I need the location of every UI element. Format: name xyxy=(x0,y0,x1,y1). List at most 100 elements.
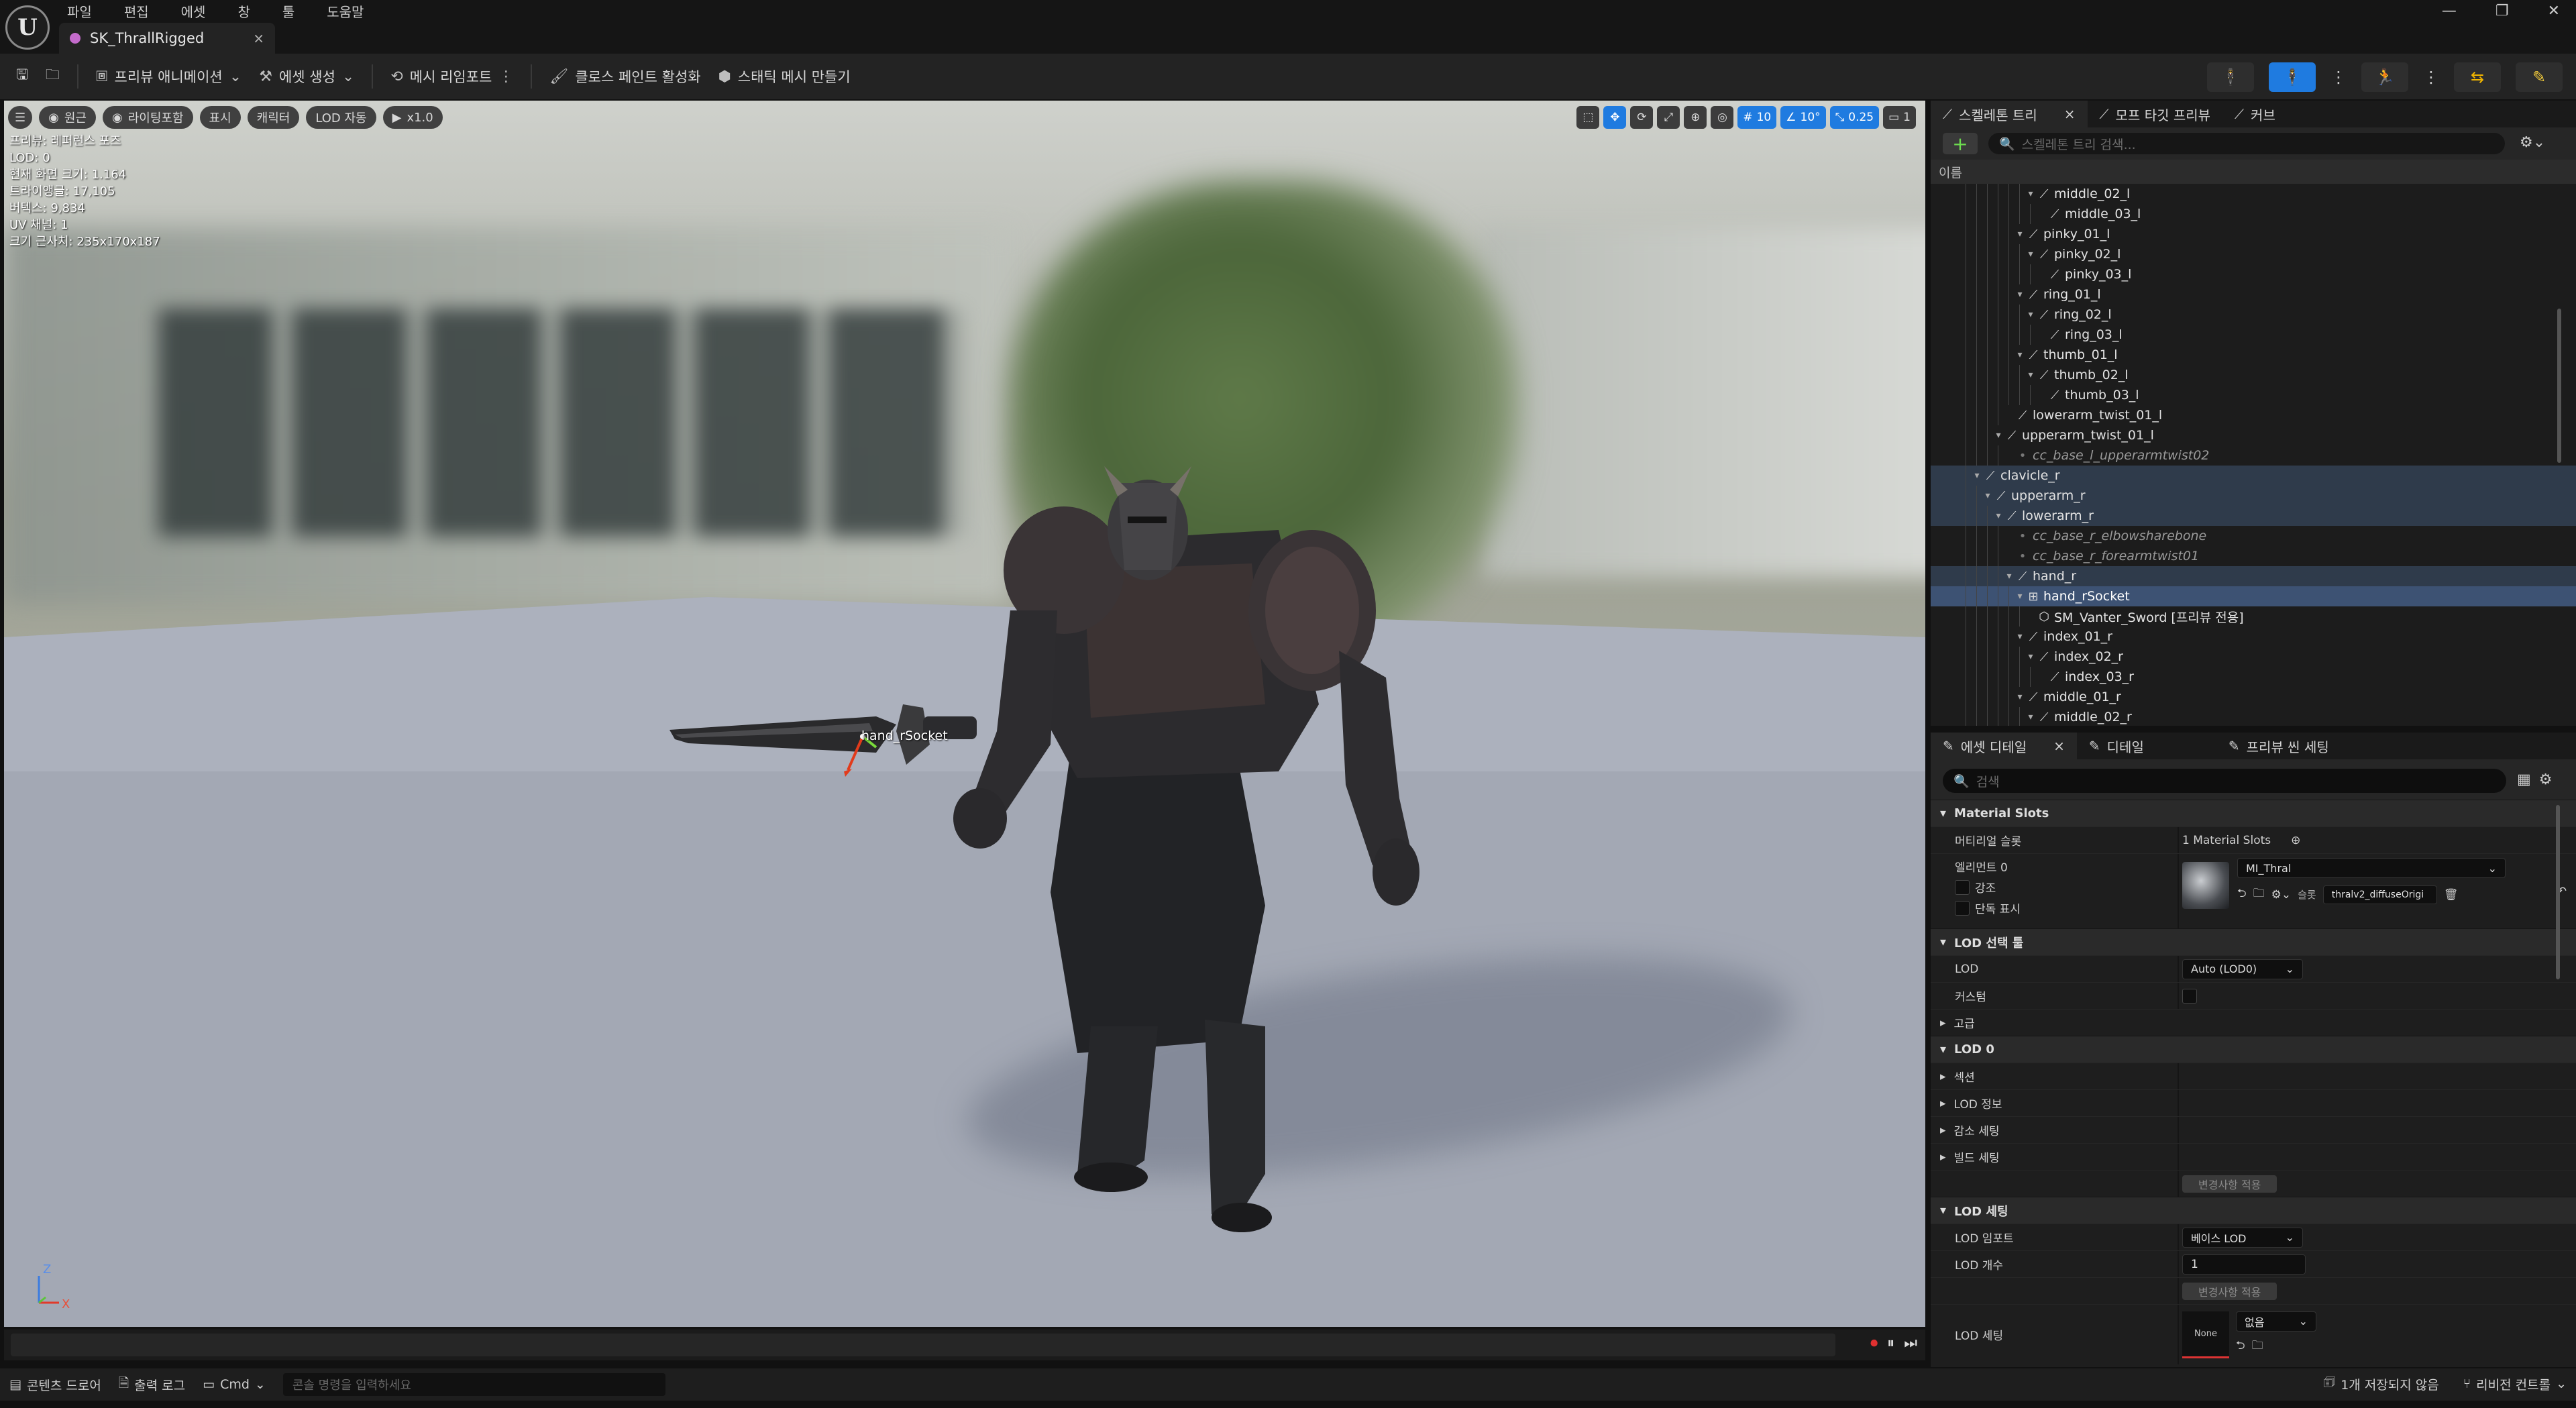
add-socket-button[interactable]: + xyxy=(1943,133,1978,155)
expand-arrow-icon[interactable]: ▾ xyxy=(2025,651,2037,662)
skeleton-tree-row[interactable]: ▾ ⟋ pinky_02_l xyxy=(1931,244,2576,264)
unreal-logo-icon[interactable]: U xyxy=(5,5,50,50)
skeleton-tree-row[interactable]: • cc_base_l_upperarmtwist02 xyxy=(1931,445,2576,466)
material-dropdown[interactable]: MI_Thral ⌄ xyxy=(2237,858,2506,878)
skeleton-scrollbar[interactable] xyxy=(2557,309,2561,463)
character-model[interactable] xyxy=(4,101,1925,1327)
skeleton-tree-row[interactable]: ▾ ⟋ index_02_r xyxy=(1931,647,2576,667)
make-static-mesh-button[interactable]: ⬢ 스태틱 메시 만들기 xyxy=(718,66,851,87)
mesh-mode-button[interactable]: 🕴 xyxy=(2269,62,2316,92)
lod0-build-row[interactable]: ▸ 빌드 세팅 xyxy=(1931,1143,2576,1170)
expand-arrow-icon[interactable]: ▾ xyxy=(2025,370,2037,380)
expand-arrow-icon[interactable]: ▾ xyxy=(2014,229,2026,239)
expand-arrow-icon[interactable]: ▾ xyxy=(2014,692,2026,702)
advanced-row[interactable]: ▸ 고급 xyxy=(1931,1009,2576,1036)
details-search-input[interactable]: 🔍 검색 xyxy=(1943,769,2506,793)
expand-arrow-icon[interactable]: ▾ xyxy=(1992,510,2004,521)
skeleton-tree-row[interactable]: ▾ ⟋ upperarm_r xyxy=(1931,486,2576,506)
lod-count-field[interactable]: 1 xyxy=(2182,1254,2306,1275)
browse-icon[interactable]: 🗀 xyxy=(46,65,60,89)
menu-item-edit[interactable]: 편집 xyxy=(124,1,149,21)
skeleton-search-input[interactable]: 🔍 스켈레톤 트리 검색... xyxy=(1988,133,2505,154)
grid-snap-button[interactable]: #10 xyxy=(1737,106,1777,129)
skeleton-tree-row[interactable]: ⟋ pinky_03_l xyxy=(1931,264,2576,284)
expand-arrow-icon[interactable]: ▾ xyxy=(1992,430,2004,441)
reimport-mesh-button[interactable]: ⟲ 메시 리임포트 ⋮ xyxy=(390,66,513,87)
highlight-checkbox[interactable] xyxy=(1955,879,1970,895)
viewport-menu-button[interactable]: ☰ xyxy=(8,106,33,129)
skeleton-tree-row[interactable]: ⬡ SM_Vanter_Sword [프리뷰 전용] xyxy=(1931,606,2576,627)
skeleton-tree-row[interactable]: ▾ ⟋ hand_r xyxy=(1931,566,2576,586)
document-tab[interactable]: SK_ThrallRigged × xyxy=(59,23,275,54)
tab-details[interactable]: ✎ 디테일 xyxy=(2077,733,2156,759)
expand-arrow-icon[interactable]: ▾ xyxy=(2003,571,2015,582)
section-lod0[interactable]: ▾ LOD 0 xyxy=(1931,1036,2576,1063)
skeleton-tree-row[interactable]: ▾ ⟋ ring_01_l xyxy=(1931,284,2576,305)
close-tab-icon[interactable]: × xyxy=(2053,738,2065,754)
table-view-icon[interactable]: ▦ xyxy=(2517,771,2531,788)
menu-item-help[interactable]: 도움말 xyxy=(327,1,364,21)
more-options-icon[interactable]: ⋮ xyxy=(2330,68,2347,87)
expand-arrow-icon[interactable]: ▾ xyxy=(2014,349,2026,360)
scale-button[interactable]: ⤢ xyxy=(1657,106,1680,129)
show-button[interactable]: 표시 xyxy=(199,106,241,129)
close-tab-icon[interactable]: × xyxy=(253,30,264,46)
menu-item-asset[interactable]: 에셋 xyxy=(181,1,206,21)
maximize-button[interactable]: ❐ xyxy=(2496,3,2509,19)
translate-button[interactable]: ✥ xyxy=(1603,106,1627,129)
lod0-reduction-row[interactable]: ▸ 감소 세팅 xyxy=(1931,1116,2576,1143)
lod-settings-thumbnail[interactable]: None xyxy=(2182,1311,2229,1358)
step-forward-button[interactable]: ⏭ xyxy=(1904,1335,1917,1352)
skeleton-mode-button[interactable]: 🕴 xyxy=(2207,62,2254,92)
section-lod-settings[interactable]: ▾ LOD 세팅 xyxy=(1931,1197,2576,1224)
add-slot-icon[interactable]: ⊕ xyxy=(2291,834,2300,847)
skeleton-tree-row[interactable]: ⟋ thumb_03_l xyxy=(1931,385,2576,405)
cmd-dropdown[interactable]: ▭ Cmd ⌄ xyxy=(203,1377,266,1392)
close-tab-icon[interactable]: × xyxy=(2064,106,2076,122)
skeleton-tree-row[interactable]: ▾ ⟋ middle_01_r xyxy=(1931,687,2576,707)
skeleton-tree-row[interactable]: ▾ ⊞ hand_rSocket xyxy=(1931,586,2576,606)
rotation-snap-button[interactable]: ∠ 10° xyxy=(1780,106,1826,129)
skeleton-tree-row[interactable]: • cc_base_r_elbowsharebone xyxy=(1931,526,2576,546)
expand-arrow-icon[interactable]: ▾ xyxy=(2025,712,2037,722)
pause-button[interactable]: ⏸ xyxy=(1887,1335,1894,1352)
skeleton-tree-row[interactable]: ▾ ⟋ lowerarm_r xyxy=(1931,506,2576,526)
tab-morph-target-preview[interactable]: ⟋ 모프 타깃 프리뷰 xyxy=(2088,101,2223,127)
scale-snap-button[interactable]: ⤡ 0.25 xyxy=(1829,106,1880,129)
console-input[interactable]: 콘솔 명령을 입력하세요 xyxy=(282,1373,665,1396)
lod-auto-button[interactable]: LOD 자동 xyxy=(306,106,376,129)
revision-control-button[interactable]: ⑂ 리비전 컨트롤 ⌄ xyxy=(2463,1375,2567,1393)
content-drawer-button[interactable]: ▤ 콘텐츠 드로어 xyxy=(9,1376,101,1394)
skeleton-tree-row[interactable]: ▾ ⟋ ring_02_l xyxy=(1931,305,2576,325)
expand-arrow-icon[interactable]: ▾ xyxy=(1971,470,1983,481)
skeleton-tree-row[interactable]: ▾ ⟋ thumb_01_l xyxy=(1931,345,2576,365)
tab-curves[interactable]: ⟋ 커브 xyxy=(2222,101,2288,127)
skeleton-tree-row[interactable]: ⟋ ring_03_l xyxy=(1931,325,2576,345)
lod0-sections-row[interactable]: ▸ 섹션 xyxy=(1931,1063,2576,1089)
close-window-button[interactable]: ✕ xyxy=(2548,3,2560,19)
menu-item-tools[interactable]: 툴 xyxy=(282,1,294,21)
material-options-icon[interactable]: ⚙⌄ xyxy=(2271,888,2291,902)
preview-animation-button[interactable]: 🞖 프리뷰 애니메이션 ⌄ xyxy=(96,66,241,87)
expand-arrow-icon[interactable]: ▾ xyxy=(2014,289,2026,300)
more-options-icon[interactable]: ⋮ xyxy=(2423,68,2439,87)
expand-arrow-icon[interactable]: ▾ xyxy=(2025,249,2037,260)
more-options-icon[interactable]: ⋮ xyxy=(498,68,513,85)
gear-icon[interactable]: ⚙ xyxy=(2539,771,2553,788)
skeleton-tree-row[interactable]: ▾ ⟋ index_01_r xyxy=(1931,627,2576,647)
playback-speed-button[interactable]: ▶ x1.0 xyxy=(382,106,443,129)
blueprint-mode-button[interactable]: ⇆ xyxy=(2454,62,2501,92)
skeleton-settings-button[interactable]: ⚙⌄ xyxy=(2520,134,2545,151)
animation-mode-button[interactable]: 🏃 xyxy=(2361,62,2408,92)
skeleton-tree-row[interactable]: ▾ ⟋ middle_02_r xyxy=(1931,707,2576,726)
expand-arrow-icon[interactable]: ▾ xyxy=(2014,631,2026,642)
skeleton-tree-row[interactable]: ⟋ index_03_r xyxy=(1931,667,2576,687)
material-thumbnail[interactable] xyxy=(2182,862,2229,909)
create-asset-button[interactable]: ⚒ 에셋 생성 ⌄ xyxy=(259,66,354,87)
section-material-slots[interactable]: ▾ Material Slots xyxy=(1931,800,2576,826)
expand-arrow-icon[interactable]: ▾ xyxy=(1982,490,1994,501)
skeleton-tree-row[interactable]: ▾ ⟋ thumb_02_l xyxy=(1931,365,2576,385)
details-scrollbar[interactable] xyxy=(2556,805,2560,979)
tab-asset-details[interactable]: ✎ 에셋 디테일 × xyxy=(1931,733,2077,759)
skeleton-tree-row[interactable]: • cc_base_r_forearmtwist01 xyxy=(1931,546,2576,566)
